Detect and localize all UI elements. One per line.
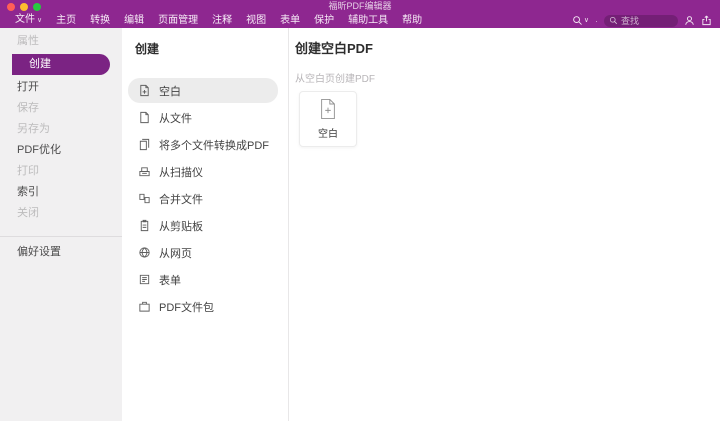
docplus-icon [138,84,151,97]
window-controls [7,2,41,11]
titlebar: 福昕PDF编辑器 [0,0,720,13]
sidebar-item-open[interactable]: 打开 [0,77,122,98]
package-icon [138,300,151,313]
docs-icon [138,138,151,151]
sidebar-item-create[interactable]: 创建 [12,54,110,75]
create-option-label: 将多个文件转换成PDF [159,139,269,152]
menu-accessibility-tools[interactable]: 辅助工具 [341,14,395,28]
menu-protect[interactable]: 保护 [307,14,341,28]
create-option-blank[interactable]: 空白 [128,78,278,103]
create-option-label: PDF文件包 [159,301,214,314]
new-document-icon [318,98,338,120]
form-icon [138,273,151,286]
sidebar-list: 属性 创建 打开 保存 另存为 PDF优化 打印 索引 关闭 [0,31,122,224]
menu-page-management[interactable]: 页面管理 [151,14,205,28]
menu-edit[interactable]: 编辑 [117,14,151,28]
content-area: 创建空白PDF 从空白页创建PDF 空白 [289,28,720,421]
sidebar-item-save-as[interactable]: 另存为 [0,119,122,140]
sidebar-item-index[interactable]: 索引 [0,182,122,203]
create-options-list: 空白从文件将多个文件转换成PDF 从扫描仪合并文件从剪贴板从网页表单 PDF文件包 [122,78,288,319]
clipboard-icon [138,219,151,232]
sidebar-item-close[interactable]: 关闭 [0,203,122,224]
menu-items: 文件 ∨ 主页 转换 编辑 页面管理 注释 视图 表单 保护 辅助工具 帮助 [8,13,429,28]
scanner-icon [138,165,151,178]
close-window-button[interactable] [7,2,15,11]
search-icon [609,16,618,25]
create-option-pdf-portfolio[interactable]: PDF文件包 [128,294,278,319]
create-option-from-scanner[interactable]: 从扫描仪 [128,159,278,184]
window-title: 福昕PDF编辑器 [328,1,392,11]
zoom-window-button[interactable] [33,2,41,11]
create-option-label: 空白 [159,85,181,98]
create-option-label: 合并文件 [159,193,203,206]
create-option-label: 从网页 [159,247,192,260]
share-icon[interactable] [701,15,712,26]
main-area: 属性 创建 打开 保存 另存为 PDF优化 打印 索引 关闭 偏好设置 创建 空白 从文件 将多个文… [0,28,720,421]
create-options-panel: 创建 空白从文件将多个文件转换成PDF 从扫描仪合并文件从剪贴板从网页表单 PDF文… [122,28,289,421]
account-icon[interactable] [684,15,695,26]
minimize-window-button[interactable] [20,2,28,11]
create-option-form[interactable]: 表单 [128,267,278,292]
globe-icon [138,246,151,259]
sidebar-item-save[interactable]: 保存 [0,98,122,119]
menubar: 文件 ∨ 主页 转换 编辑 页面管理 注释 视图 表单 保护 辅助工具 帮助 ∨ · [0,13,720,28]
menu-comment[interactable]: 注释 [205,14,239,28]
panel-title: 创建 [135,42,160,56]
sidebar-item-properties[interactable]: 属性 [0,31,122,52]
create-option-combine-files[interactable]: 合并文件 [128,186,278,211]
create-option-label: 表单 [159,274,181,287]
menu-convert[interactable]: 转换 [83,14,117,28]
file-menu-sidebar: 属性 创建 打开 保存 另存为 PDF优化 打印 索引 关闭 偏好设置 [0,28,122,421]
create-option-convert-multiple-files[interactable]: 将多个文件转换成PDF [128,132,278,157]
merge-icon [138,192,151,205]
menu-view[interactable]: 视图 [239,14,273,28]
search-box[interactable] [604,14,678,27]
create-option-label: 从剪贴板 [159,220,203,233]
menu-file[interactable]: 文件 ∨ [8,13,49,28]
doc-icon [138,111,151,124]
menubar-right: ∨ · [572,14,712,27]
menu-form[interactable]: 表单 [273,14,307,28]
create-option-label: 从扫描仪 [159,166,203,179]
create-option-label: 从文件 [159,112,192,125]
blank-pdf-card[interactable]: 空白 [299,91,357,147]
create-option-from-file[interactable]: 从文件 [128,105,278,130]
content-subtitle: 从空白页创建PDF [295,74,375,85]
sidebar-item-pdf-optimize[interactable]: PDF优化 [0,140,122,161]
sidebar-item-preferences[interactable]: 偏好设置 [0,242,122,263]
create-option-from-web[interactable]: 从网页 [128,240,278,265]
search-input[interactable] [621,15,673,26]
sidebar-divider [0,236,122,237]
content-title: 创建空白PDF [295,41,374,56]
sidebar-item-print[interactable]: 打印 [0,161,122,182]
card-label: 空白 [318,129,338,140]
create-option-from-clipboard[interactable]: 从剪贴板 [128,213,278,238]
menu-help[interactable]: 帮助 [395,14,429,28]
menu-home[interactable]: 主页 [49,14,83,28]
chevron-down-icon: ∨ [37,17,43,24]
find-icon[interactable]: ∨ [572,15,589,26]
